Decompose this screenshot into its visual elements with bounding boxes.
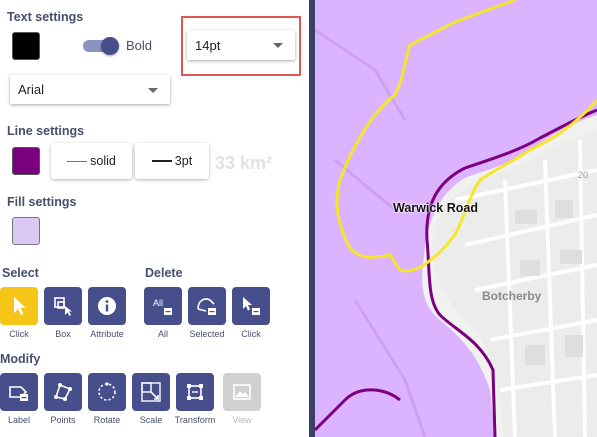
map-label-road-number: 20 [578,170,589,180]
chevron-down-icon [148,87,158,93]
modify-label-button[interactable] [0,373,38,411]
line-width-label: 3pt [174,154,193,168]
line-settings-title: Line settings [7,124,85,138]
map-graphics [315,0,597,437]
delete-click-label: Click [241,329,261,339]
line-style-button[interactable]: solid [51,143,132,179]
select-box-button[interactable] [44,287,82,325]
bold-label: Bold [126,38,153,53]
modify-view-button[interactable] [223,373,261,411]
line-style-preview-icon [67,160,88,162]
delete-all-button[interactable]: All [144,287,182,325]
modify-view-label: View [232,415,252,425]
modify-rotate-button[interactable] [88,373,126,411]
delete-selected-icon [197,298,216,315]
modify-title: Modify [0,352,41,366]
svg-text:All: All [153,298,163,308]
map-area-readout: 33 km² [215,153,273,173]
line-color-swatch[interactable] [12,147,40,175]
select-attribute-button[interactable] [88,287,126,325]
bold-toggle[interactable] [83,37,119,55]
view-image-icon [233,384,251,400]
transform-icon [187,384,203,400]
modify-transform-button[interactable] [176,373,214,411]
label-tag-icon [9,386,28,401]
select-title: Select [2,266,39,280]
line-style-label: solid [90,154,116,168]
settings-panel: 33 km² Text settings Bold 14pt Arial Lin… [0,0,309,437]
font-family-value: Arial [18,82,45,97]
bold-toggle-knob [101,37,119,55]
delete-click-icon [243,297,260,315]
select-attribute-label: Attribute [90,329,124,339]
fill-color-swatch[interactable] [12,217,40,245]
map-label-botcherby: Botcherby [482,289,542,303]
cursor-icon [14,297,26,315]
delete-selected-button[interactable] [188,287,226,325]
map-canvas[interactable]: Warwick Road Botcherby 20 [315,0,597,437]
line-width-preview-icon [151,160,172,162]
edit-points-icon [54,383,72,401]
box-select-icon [54,297,72,316]
select-click-button[interactable] [0,287,38,325]
line-width-button[interactable]: 3pt [135,143,209,179]
text-settings-title: Text settings [7,10,84,24]
fill-settings-title: Fill settings [7,195,77,209]
info-icon [98,297,116,315]
scale-icon [141,382,161,402]
map-label-warwick-road: Warwick Road [393,201,478,215]
modify-points-button[interactable] [44,373,82,411]
delete-all-icon: All [153,298,172,315]
delete-click-button[interactable] [232,287,270,325]
modify-scale-button[interactable] [132,373,170,411]
highlight-box [181,16,301,76]
font-family-select[interactable]: Arial [10,75,170,104]
delete-title: Delete [145,266,183,280]
rotate-icon [98,382,116,401]
text-color-swatch[interactable] [12,32,40,60]
